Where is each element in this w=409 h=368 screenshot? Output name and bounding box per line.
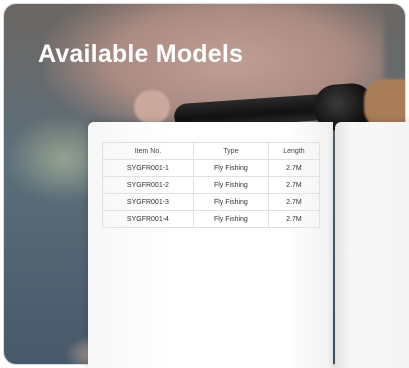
type-cell: Fly Fishing <box>192 193 269 211</box>
item-no-cell: SYGFR001-4 <box>102 210 194 228</box>
table-row: SYGFR001-2 Fly Fishing 2.7M <box>102 176 321 194</box>
table-row: SYGFR001-4 Fly Fishing 2.7M <box>102 210 321 228</box>
header-type: Type <box>192 142 269 160</box>
table-row: SYGFR001-1 Fly Fishing 2.7M <box>102 159 321 177</box>
length-cell: 2.7M <box>267 193 321 211</box>
table-row: SYGFR001-3 Fly Fishing 2.7M <box>102 193 321 211</box>
type-cell: Fly Fishing <box>192 176 269 194</box>
header-length: Length <box>267 142 321 160</box>
type-cell: Fly Fishing <box>192 210 269 228</box>
item-no-cell: SYGFR001-1 <box>102 159 194 177</box>
length-cell: 2.7M <box>267 159 321 177</box>
type-cell: Fly Fishing <box>192 159 269 177</box>
spec-sheet-page-right <box>335 122 409 368</box>
length-cell: 2.7M <box>267 176 321 194</box>
item-no-cell: SYGFR001-2 <box>102 176 194 194</box>
page-title: Available Models <box>38 40 244 68</box>
table-header-row: Item No. Type Length <box>102 142 321 160</box>
models-table: Item No. Type Length SYGFR001-1 Fly Fish… <box>102 142 321 228</box>
length-cell: 2.7M <box>267 210 321 228</box>
finger-photo <box>134 90 170 124</box>
header-item-no: Item No. <box>102 142 194 160</box>
item-no-cell: SYGFR001-3 <box>102 193 194 211</box>
